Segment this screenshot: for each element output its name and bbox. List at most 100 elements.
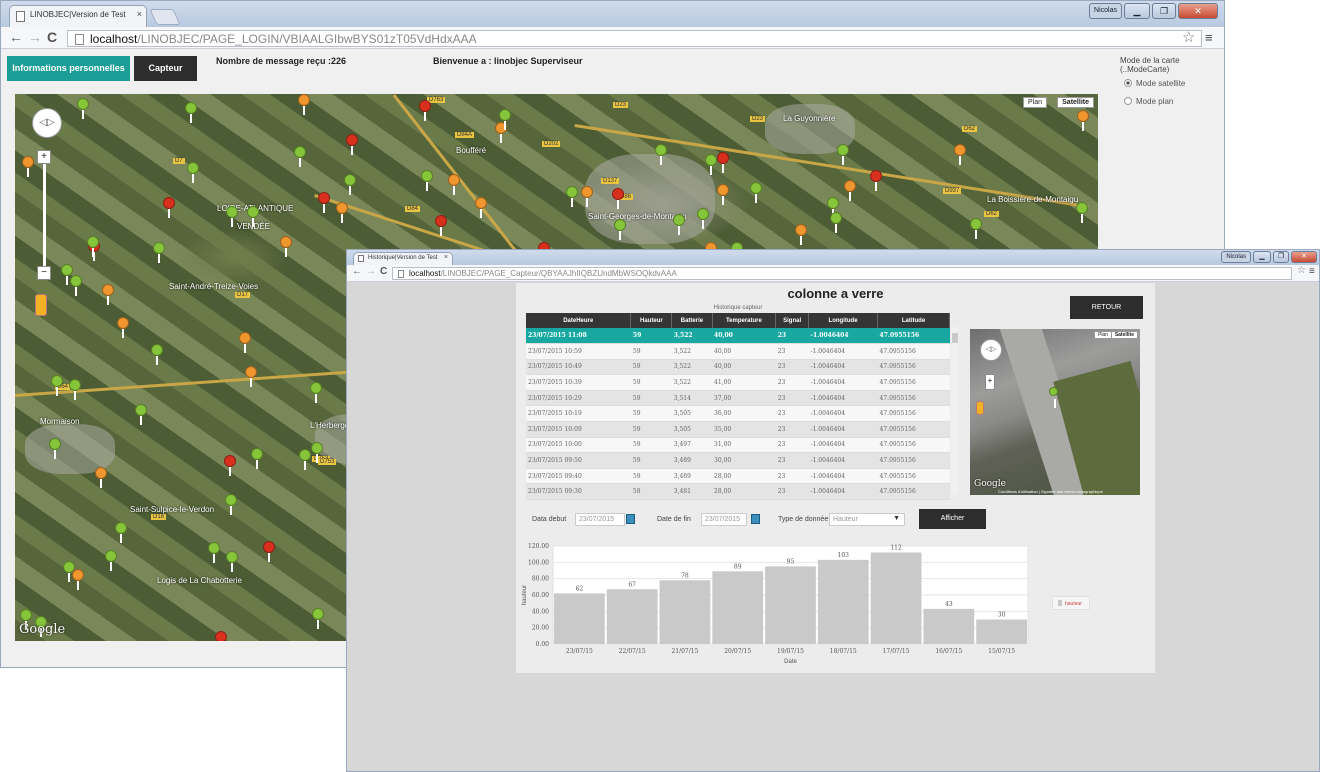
column-header[interactable]: Latitude — [877, 313, 950, 328]
zoom-out-button[interactable]: − — [37, 266, 51, 280]
type-donnee-select[interactable]: Hauteur ▼ — [829, 513, 905, 526]
browser-tab[interactable]: LINOBJEC|Version de Test × — [9, 5, 147, 27]
sensor-marker[interactable] — [263, 541, 275, 562]
sensor-marker[interactable] — [251, 448, 263, 469]
sensor-marker[interactable] — [187, 162, 199, 183]
map-type-satellite-button[interactable]: Satellite — [1057, 97, 1094, 108]
reload-icon[interactable]: C — [380, 266, 387, 277]
sensor-marker[interactable] — [419, 100, 431, 121]
sensor-marker[interactable] — [135, 404, 147, 425]
sensor-marker[interactable] — [163, 197, 175, 218]
sensor-marker[interactable] — [294, 146, 306, 167]
sensor-marker[interactable] — [954, 144, 966, 165]
sensor-marker[interactable] — [226, 551, 238, 572]
sensor-location-map[interactable]: ◁▷ + Plan Satellite Google Conditions d'… — [970, 329, 1140, 495]
menu-icon[interactable]: ≡ — [1309, 266, 1315, 277]
maximize-button[interactable]: ❐ — [1152, 3, 1176, 19]
sensor-marker[interactable] — [837, 144, 849, 165]
sensor-marker[interactable] — [115, 522, 127, 543]
sensor-marker[interactable] — [1076, 202, 1088, 223]
sensor-marker[interactable] — [475, 197, 487, 218]
sensor-marker[interactable] — [318, 192, 330, 213]
sensor-marker[interactable] — [581, 186, 593, 207]
sensor-marker[interactable] — [20, 609, 32, 630]
sensor-marker[interactable] — [87, 236, 99, 257]
map-type-satellite-button[interactable]: Satellite — [1110, 331, 1138, 339]
date-fin-input[interactable]: 23/07/2015 — [701, 513, 747, 526]
table-row[interactable]: 23/07/2015 09:30 58 3,481 28,00 23 -1.0046404… — [526, 483, 950, 501]
sensor-marker[interactable] — [346, 134, 358, 155]
mode-plan-radio[interactable]: Mode plan — [1124, 97, 1173, 106]
sensor-marker[interactable] — [499, 109, 511, 130]
sensor-marker[interactable] — [448, 174, 460, 195]
back-icon[interactable]: ← — [352, 266, 362, 277]
sensor-marker[interactable] — [827, 197, 839, 218]
new-tab-button[interactable] — [149, 9, 181, 25]
sensor-marker[interactable] — [215, 631, 227, 641]
mode-satellite-radio[interactable]: Mode satellite — [1124, 79, 1185, 88]
sensor-marker[interactable] — [717, 184, 729, 205]
sensor-marker[interactable] — [655, 144, 667, 165]
sensor-marker[interactable] — [49, 438, 61, 459]
street-view-pegman-icon[interactable] — [35, 294, 47, 316]
table-row[interactable]: 23/07/2015 10:39 59 3,522 41,00 23 -1.0046404… — [526, 374, 950, 391]
zoom-slider[interactable] — [43, 156, 46, 276]
user-profile-button[interactable]: Nicolas — [1221, 251, 1251, 263]
column-header[interactable]: Signal — [775, 313, 810, 328]
close-window-button[interactable]: ✕ — [1291, 251, 1317, 263]
sensor-marker[interactable] — [225, 494, 237, 515]
table-row[interactable]: 23/07/2015 10:19 59 3,505 36,00 23 -1.0046404… — [526, 405, 950, 423]
pan-control[interactable]: ◁▷ — [980, 339, 1002, 361]
bookmark-star-icon[interactable]: ☆ — [1182, 28, 1195, 46]
street-view-pegman-icon[interactable] — [976, 401, 984, 415]
close-window-button[interactable]: ✕ — [1178, 3, 1218, 19]
sensor-marker[interactable] — [1077, 110, 1089, 131]
column-header[interactable]: DateHeure — [526, 313, 632, 328]
sensor-marker[interactable] — [151, 344, 163, 365]
sensor-marker[interactable] — [844, 180, 856, 201]
tab-close-icon[interactable]: × — [444, 254, 448, 261]
zoom-in-button[interactable]: + — [37, 150, 51, 164]
sensor-marker[interactable] — [72, 569, 84, 590]
sensor-marker[interactable] — [870, 170, 882, 191]
bookmark-star-icon[interactable]: ☆ — [1297, 265, 1306, 276]
sensor-marker[interactable] — [102, 284, 114, 305]
capteur-button[interactable]: Capteur — [134, 56, 197, 81]
sensor-marker[interactable] — [245, 366, 257, 387]
sensor-marker[interactable] — [312, 608, 324, 629]
sensor-marker[interactable] — [226, 206, 238, 227]
sensor-marker[interactable] — [830, 212, 842, 233]
sensor-marker[interactable] — [117, 317, 129, 338]
table-row[interactable]: 23/07/2015 10:29 59 3,514 37,00 23 -1.0046404… — [526, 390, 950, 407]
afficher-button[interactable]: Afficher — [919, 509, 986, 529]
pan-control[interactable]: ◁▷ — [32, 108, 62, 138]
sensor-marker[interactable] — [750, 182, 762, 203]
table-row[interactable]: 23/07/2015 09:50 59 3,489 30,00 23 -1.0046404… — [526, 452, 950, 469]
sensor-marker[interactable] — [614, 219, 626, 240]
sensor-marker[interactable] — [705, 154, 717, 175]
sensor-marker[interactable] — [69, 379, 81, 400]
sensor-marker[interactable] — [298, 94, 310, 115]
zoom-control[interactable]: + — [985, 374, 995, 390]
forward-icon[interactable]: → — [366, 266, 376, 277]
sensor-marker[interactable] — [697, 208, 709, 229]
table-scrollbar[interactable] — [951, 327, 959, 495]
date-debut-input[interactable]: 23/07/2015 — [575, 513, 625, 526]
tab-close-icon[interactable]: × — [137, 9, 142, 19]
calendar-icon[interactable] — [751, 514, 760, 524]
sensor-marker[interactable] — [673, 214, 685, 235]
column-header[interactable]: Temperature — [712, 313, 777, 328]
sensor-marker[interactable] — [280, 236, 292, 257]
sensor-marker[interactable] — [239, 332, 251, 353]
minimize-button[interactable]: ▁ — [1253, 251, 1271, 263]
retour-button[interactable]: RETOUR — [1070, 296, 1143, 319]
sensor-marker[interactable] — [153, 242, 165, 263]
sensor-marker[interactable] — [795, 224, 807, 245]
table-row[interactable]: 23/07/2015 10:00 59 3,497 31,00 23 -1.0046404… — [526, 437, 950, 454]
browser-tab[interactable]: Historique|Version de Test × — [353, 252, 453, 265]
sensor-marker[interactable] — [336, 202, 348, 223]
table-row[interactable]: 23/07/2015 09:40 59 3,489 28,00 23 -1.0046404… — [526, 468, 950, 485]
map-type-plan-button[interactable]: Plan — [1022, 97, 1047, 108]
sensor-marker[interactable] — [105, 550, 117, 571]
reload-icon[interactable]: C — [47, 29, 57, 45]
